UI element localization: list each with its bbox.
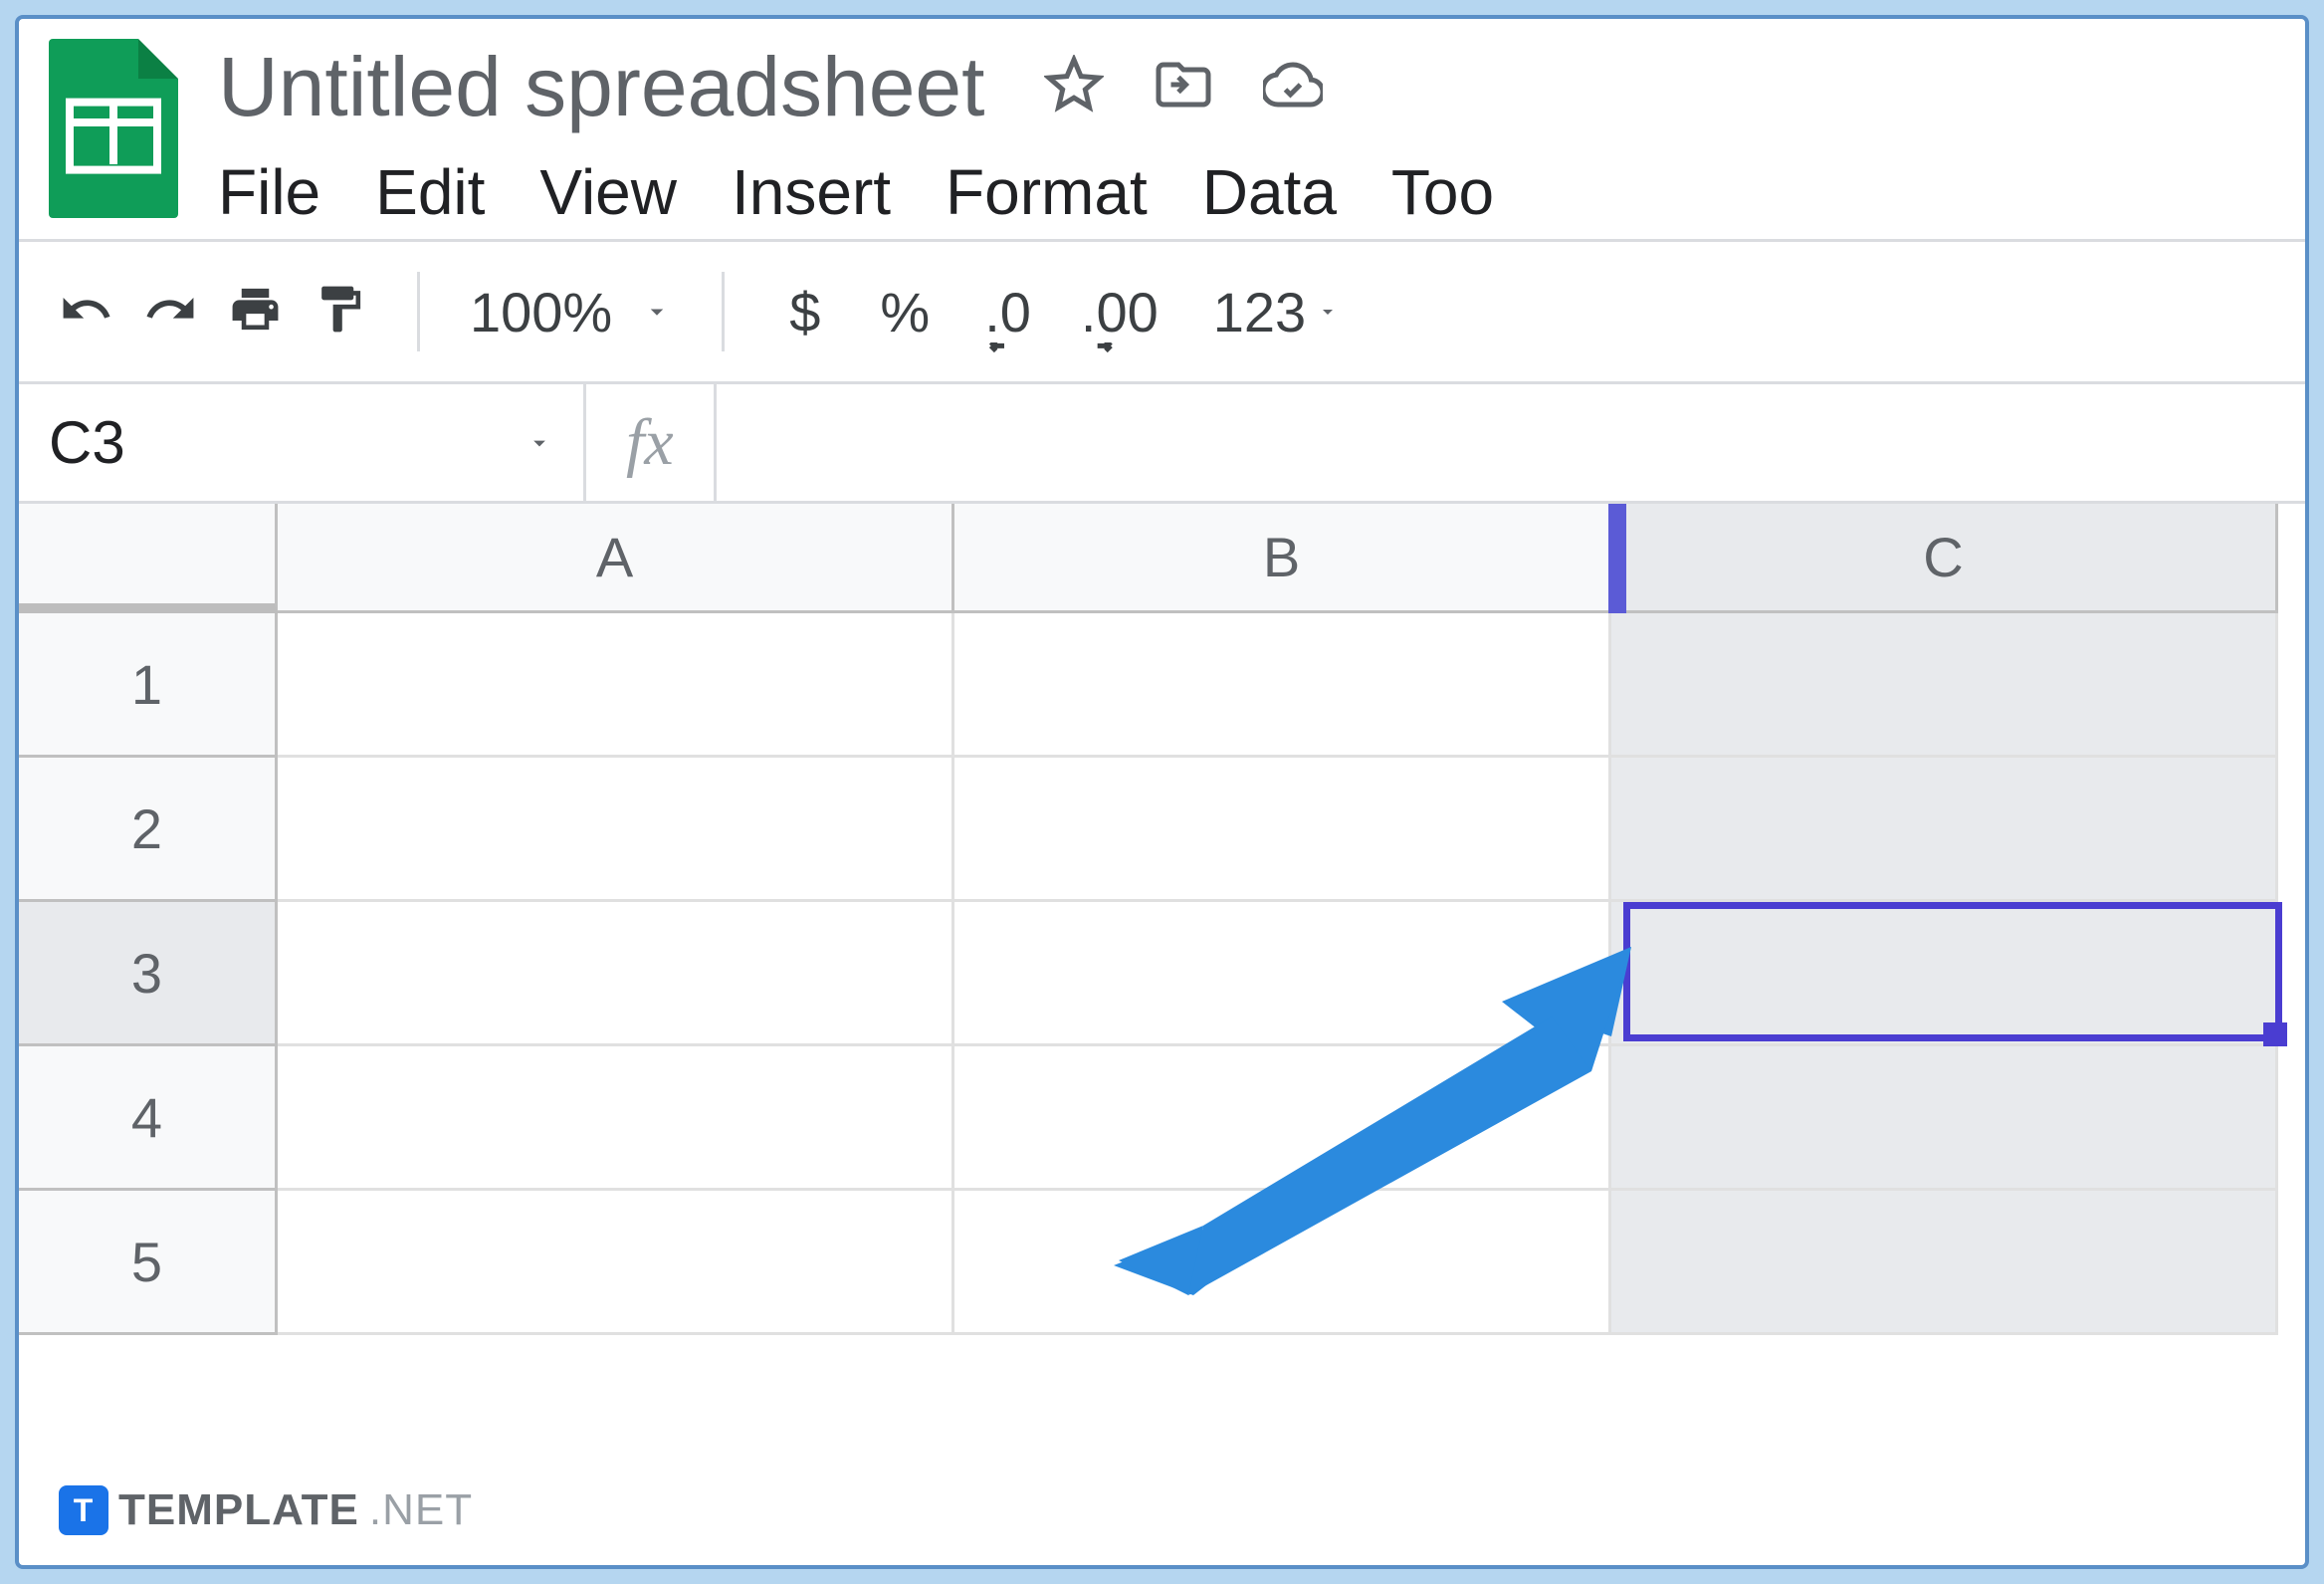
cell[interactable]	[278, 613, 954, 758]
select-all-corner[interactable]	[19, 504, 278, 613]
title-area: Untitled spreadsheet File Edit View	[218, 39, 2275, 229]
watermark-brand: TEMPLATE	[118, 1485, 359, 1535]
name-box-value: C3	[49, 408, 125, 477]
cell[interactable]	[1611, 758, 2278, 902]
row-header-3[interactable]: 3	[19, 902, 278, 1046]
grid-row: 2	[19, 758, 2305, 902]
more-formats-button[interactable]: 123	[1198, 280, 1355, 344]
watermark-icon: T	[59, 1485, 108, 1535]
cell[interactable]	[278, 1191, 954, 1335]
move-folder-icon[interactable]	[1154, 55, 1213, 119]
print-icon[interactable]	[228, 282, 283, 341]
toolbar-separator	[722, 272, 725, 351]
menu-edit[interactable]: Edit	[375, 155, 485, 229]
paint-format-icon[interactable]	[313, 282, 367, 341]
title-icons	[1044, 55, 1323, 119]
column-header-b[interactable]: B	[954, 504, 1611, 613]
document-title[interactable]: Untitled spreadsheet	[218, 39, 984, 135]
cell[interactable]	[278, 1046, 954, 1191]
row-header-5[interactable]: 5	[19, 1191, 278, 1335]
cell-c3[interactable]	[1611, 902, 2278, 1046]
cell[interactable]	[954, 902, 1611, 1046]
row-header-1[interactable]: 1	[19, 613, 278, 758]
row-header-4[interactable]: 4	[19, 1046, 278, 1191]
menu-insert[interactable]: Insert	[732, 155, 891, 229]
cell[interactable]	[954, 1191, 1611, 1335]
undo-icon[interactable]	[59, 282, 113, 341]
menu-tools[interactable]: Too	[1391, 155, 1494, 229]
cell[interactable]	[954, 613, 1611, 758]
cell[interactable]	[278, 902, 954, 1046]
cell[interactable]	[954, 1046, 1611, 1191]
menu-view[interactable]: View	[539, 155, 677, 229]
redo-icon[interactable]	[143, 282, 198, 341]
grid-row: 5	[19, 1191, 2305, 1335]
menu-file[interactable]: File	[218, 155, 320, 229]
grid-row: 3	[19, 902, 2305, 1046]
decrease-decimal-button[interactable]: .0	[974, 280, 1041, 344]
toolbar-separator	[417, 272, 420, 351]
increase-decimal-button[interactable]: .00	[1071, 280, 1168, 344]
column-header-a[interactable]: A	[278, 504, 954, 613]
chevron-down-icon	[642, 297, 672, 327]
zoom-value: 100%	[470, 280, 612, 344]
menu-format[interactable]: Format	[946, 155, 1148, 229]
column-headers: A B C	[19, 504, 2305, 613]
toolbar: 100% $ % .0 .00 123	[19, 239, 2305, 384]
chevron-down-icon	[1316, 300, 1340, 324]
column-c-active-marker	[1608, 504, 1626, 613]
cell[interactable]	[1611, 1191, 2278, 1335]
chevron-down-icon	[526, 429, 553, 457]
formula-bar: C3 fx	[19, 384, 2305, 504]
watermark-suffix: .NET	[369, 1485, 473, 1535]
header: Untitled spreadsheet File Edit View	[19, 19, 2305, 239]
menu-data[interactable]: Data	[1202, 155, 1337, 229]
menu-bar: File Edit View Insert Format Data Too	[218, 155, 2275, 229]
title-row: Untitled spreadsheet	[218, 39, 2275, 135]
cell[interactable]	[954, 758, 1611, 902]
star-icon[interactable]	[1044, 55, 1104, 119]
zoom-dropdown[interactable]: 100%	[470, 280, 672, 344]
watermark: T TEMPLATE.NET	[59, 1485, 473, 1535]
sheets-app-icon[interactable]	[49, 39, 178, 218]
column-header-c[interactable]: C	[1611, 504, 2278, 613]
name-box[interactable]: C3	[19, 384, 586, 501]
formula-input[interactable]	[717, 384, 2305, 501]
cloud-status-icon[interactable]	[1263, 55, 1323, 119]
grid-rows: 1 2 3 4	[19, 613, 2305, 1335]
cell[interactable]	[1611, 613, 2278, 758]
currency-button[interactable]: $	[774, 280, 835, 344]
grid: A B C 1 2 3	[19, 504, 2305, 1335]
row-header-2[interactable]: 2	[19, 758, 278, 902]
grid-row: 1	[19, 613, 2305, 758]
app-window: Untitled spreadsheet File Edit View	[15, 15, 2309, 1569]
cell[interactable]	[278, 758, 954, 902]
percent-button[interactable]: %	[865, 280, 945, 344]
cell[interactable]	[1611, 1046, 2278, 1191]
grid-row: 4	[19, 1046, 2305, 1191]
fx-label: fx	[586, 384, 717, 501]
